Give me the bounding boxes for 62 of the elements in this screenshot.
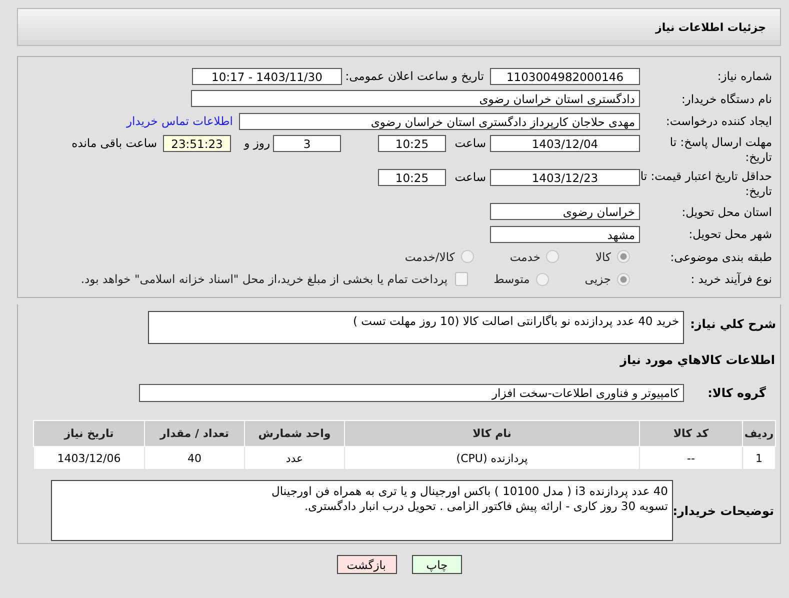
- validity-date-field: 1403/12/23: [490, 168, 640, 186]
- checkbox[interactable]: [454, 272, 468, 286]
- radio-button[interactable]: [460, 250, 474, 264]
- column-header: واحد شمارش: [244, 420, 344, 446]
- table-cell: 1: [742, 446, 776, 470]
- notes-line: 40 عدد پردازنده i3 ( مدل 10100 ) باکس اورجینال و یا تری به همراه فن اورجینال: [270, 484, 668, 499]
- column-header: کد کالا: [640, 420, 742, 446]
- field-label: تاریخ و ساعت اعلان عمومی:: [344, 69, 485, 84]
- radio-button[interactable]: [617, 272, 630, 286]
- deadline-date-field: 1403/12/04: [490, 134, 640, 152]
- table-cell: --: [640, 446, 742, 470]
- radio-label: کالا: [595, 250, 611, 264]
- province-field: خراسان رضوی: [490, 203, 640, 220]
- field-label: روز و: [242, 136, 271, 150]
- field-label: شرح کلي نياز:: [689, 316, 777, 331]
- validity-time-field: 10:25: [378, 168, 446, 186]
- contact-link[interactable]: اطلاعات تماس خریدار: [126, 114, 233, 128]
- radio-label: متوسط: [494, 272, 530, 286]
- field-label: ساعت باقی مانده: [70, 136, 158, 150]
- announce-date-field: 1403/11/30 - 10:17: [192, 68, 342, 85]
- field-label: حداقل تاریخ اعتبار قیمت: تا تاریخ:: [640, 168, 773, 198]
- field-label: شهر محل تحویل:: [688, 227, 773, 242]
- radio-button[interactable]: [546, 250, 560, 264]
- requester-field: مهدی حلاجان کارپرداز دادگستری استان خراسان رضوی: [239, 112, 640, 130]
- remaining-time-field: 23:51:23: [163, 134, 231, 152]
- days-field: 3: [273, 134, 341, 152]
- field-label: نام دستگاه خریدار:: [680, 92, 773, 106]
- radio-label: جزیی: [584, 272, 611, 286]
- checkbox-label: پرداخت تمام یا بخشی از مبلغ خرید،از محل "اسناد خزانه اسلامی" خواهد بود.: [80, 272, 448, 286]
- print-button[interactable]: چاپ: [412, 555, 462, 574]
- field-label: توضیحات خریدار:: [673, 504, 775, 518]
- need-number-field: 1103004982000146: [490, 68, 640, 85]
- field-label: گروه کالا:: [706, 386, 767, 400]
- table-cell: 1403/12/06: [34, 446, 144, 470]
- city-field: مشهد: [490, 226, 640, 243]
- description-field: خرید 40 عدد پردازنده نو باگارانتی اصالت کالا (10 روز مهلت تست ): [148, 311, 684, 344]
- field-label: استان محل تحویل:: [680, 204, 773, 219]
- notes-line: تسویه 30 روز کاری - ارائه پیش فاکتور الزامی . تحویل درب انبار دادگستری.: [303, 499, 668, 514]
- field-label: طبقه بندی موضوعی:: [669, 250, 773, 264]
- column-header: تعداد / مقدار: [144, 420, 244, 446]
- back-button[interactable]: بازگشت: [337, 555, 397, 574]
- radio-label: خدمت: [510, 250, 540, 264]
- section-title: اطلاعات کالاهاي مورد نياز: [618, 353, 775, 367]
- radio-button[interactable]: [536, 272, 549, 286]
- deadline-time-field: 10:25: [378, 134, 446, 152]
- field-label: ایجاد کننده درخواست:: [665, 114, 773, 128]
- field-label: شماره نیاز:: [716, 69, 773, 84]
- field-label: ساعت: [454, 136, 487, 150]
- goods-group-field: کامپیوتر و فناوری اطلاعات-سخت افزار: [139, 384, 684, 402]
- table-cell: 40: [144, 446, 244, 470]
- radio-label: کالا/خدمت: [404, 250, 455, 264]
- column-header: ردیف: [742, 420, 776, 446]
- buyer-org-field: دادگستری استان خراسان رضوی: [191, 90, 640, 108]
- radio-button[interactable]: [617, 250, 630, 264]
- table-cell: عدد: [244, 446, 344, 470]
- column-header: تاریخ نیاز: [34, 420, 144, 446]
- column-header: نام کالا: [344, 420, 640, 446]
- field-label: نوع فرآیند خرید :: [690, 272, 773, 286]
- table-cell: پردازنده (CPU): [344, 446, 640, 470]
- page-title: جزئیات اطلاعات نیاز: [656, 20, 766, 34]
- field-label: مهلت ارسال پاسخ: تا تاریخ:: [668, 134, 773, 164]
- field-label: ساعت: [454, 170, 487, 184]
